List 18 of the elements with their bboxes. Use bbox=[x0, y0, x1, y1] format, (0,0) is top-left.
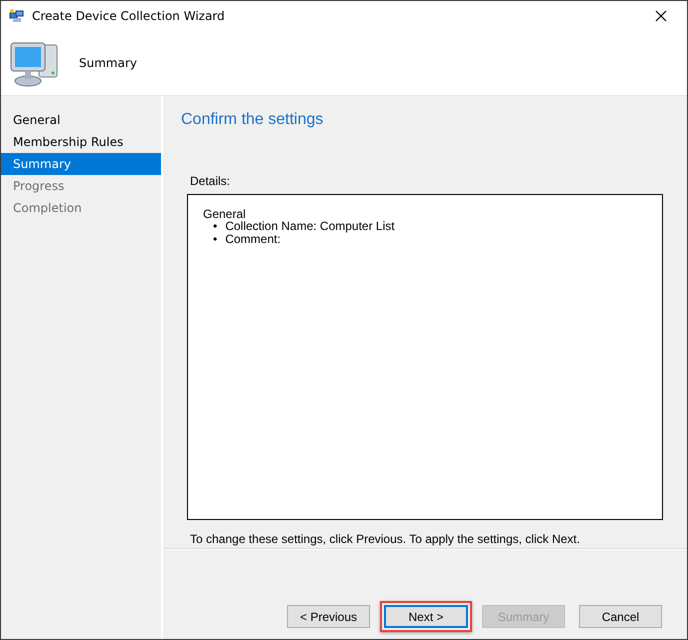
window-title: Create Device Collection Wizard bbox=[32, 8, 226, 22]
page-title: Summary bbox=[79, 56, 137, 70]
wizard-button[interactable]: Next > bbox=[384, 605, 468, 628]
computers-icon bbox=[9, 8, 25, 22]
details-label: Details: bbox=[190, 174, 232, 188]
bullet: • bbox=[213, 220, 218, 233]
instruction-text: To change these settings, click Previous. To apply the settings, click Next. bbox=[190, 532, 581, 546]
section-heading: Confirm the settings bbox=[181, 111, 324, 129]
details-item: Collection Name: Computer List bbox=[225, 220, 395, 233]
wizard-step[interactable]: Summary bbox=[1, 153, 161, 175]
wizard-step[interactable]: General bbox=[1, 109, 161, 131]
details-section: General bbox=[203, 208, 647, 220]
bullet: • bbox=[213, 233, 218, 246]
wizard-button[interactable]: Cancel bbox=[579, 605, 662, 628]
wizard-button[interactable]: < Previous bbox=[287, 605, 370, 628]
details-item: Comment: bbox=[225, 233, 281, 246]
wizard-step[interactable]: Membership Rules bbox=[1, 131, 161, 153]
close-icon[interactable] bbox=[655, 10, 667, 22]
